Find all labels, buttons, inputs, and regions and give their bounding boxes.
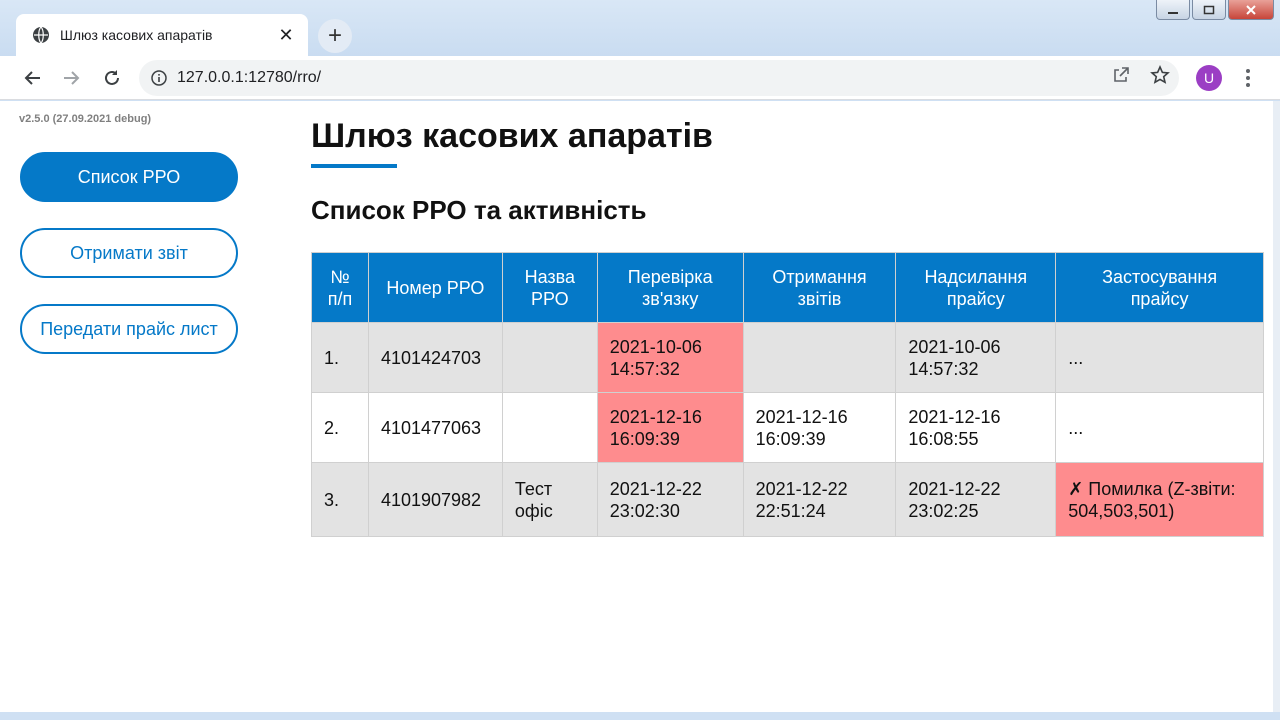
cell-price-applied: ... bbox=[1055, 392, 1264, 463]
address-bar[interactable]: 127.0.0.1:12780/rro/ bbox=[139, 60, 1179, 96]
tab-strip: Шлюз касових апаратів ✕ + bbox=[0, 0, 1280, 56]
minimize-icon[interactable] bbox=[1156, 0, 1190, 20]
page-title: Шлюз касових апаратів bbox=[311, 117, 713, 155]
table-row[interactable]: 3. 4101907982 Тест офіс 2021-12-22 23:02:3… bbox=[311, 462, 1264, 537]
url-text: 127.0.0.1:12780/rro/ bbox=[177, 69, 322, 86]
window-bottom-frame bbox=[0, 712, 1280, 720]
browser-window: Шлюз касових апаратів ✕ + 127.0.0.1:1278… bbox=[0, 0, 1280, 720]
window-controls bbox=[1156, 0, 1274, 20]
table-row[interactable]: 1. 4101424703 2021-10-06 14:57:32 2021-10… bbox=[311, 322, 1264, 393]
cell-connection-check: 2021-12-16 16:09:39 bbox=[596, 392, 744, 463]
page-viewport: v2.5.0 (27.09.2021 debug) Список РРО Отр… bbox=[0, 101, 1273, 712]
cell-rro-number: 4101477063 bbox=[367, 392, 503, 463]
cell-num: 1. bbox=[311, 322, 369, 393]
header-connection-check: Перевірка зв'язку bbox=[596, 252, 744, 323]
cell-price-sent: 2021-10-06 14:57:32 bbox=[895, 322, 1057, 393]
menu-icon[interactable] bbox=[1238, 65, 1258, 91]
sidebar-item-get-report[interactable]: Отримати звіт bbox=[20, 228, 238, 278]
sidebar-item-rro-list[interactable]: Список РРО bbox=[20, 152, 238, 202]
cell-price-applied: ✗ Помилка (Z-звіти: 504,503,501) bbox=[1055, 462, 1264, 537]
cell-reports-received: 2021-12-16 16:09:39 bbox=[742, 392, 897, 463]
profile-avatar[interactable]: U bbox=[1196, 65, 1222, 91]
globe-icon bbox=[33, 26, 49, 44]
rro-table: № п/п Номер РРО Назва РРО Перевірка зв'язку… bbox=[311, 252, 1264, 537]
header-rro-number: Номер РРО bbox=[367, 252, 503, 323]
browser-tab[interactable]: Шлюз касових апаратів ✕ bbox=[16, 14, 308, 56]
cell-rro-name bbox=[501, 392, 598, 463]
info-icon[interactable] bbox=[151, 70, 167, 86]
cell-rro-name bbox=[501, 322, 598, 393]
title-underline bbox=[311, 164, 397, 168]
version-label: v2.5.0 (27.09.2021 debug) bbox=[19, 113, 152, 125]
back-icon[interactable] bbox=[19, 64, 47, 92]
header-reports-received: Отримання звітів bbox=[742, 252, 897, 323]
cell-reports-received bbox=[742, 322, 897, 393]
header-price-sent: Надсилання прайсу bbox=[895, 252, 1057, 323]
cell-price-sent: 2021-12-16 16:08:55 bbox=[895, 392, 1057, 463]
cell-price-applied: ... bbox=[1055, 322, 1264, 393]
new-tab-button[interactable]: + bbox=[318, 19, 352, 53]
forward-icon[interactable] bbox=[57, 64, 85, 92]
reload-icon[interactable] bbox=[98, 64, 126, 92]
section-title: Список РРО та активність bbox=[311, 195, 647, 225]
table-header-row: № п/п Номер РРО Назва РРО Перевірка зв'язку… bbox=[311, 252, 1264, 323]
cell-price-sent: 2021-12-22 23:02:25 bbox=[895, 462, 1057, 537]
cell-rro-number: 4101424703 bbox=[367, 322, 503, 393]
tab-title: Шлюз касових апаратів bbox=[60, 27, 213, 43]
cell-num: 3. bbox=[311, 462, 369, 537]
window-close-icon[interactable] bbox=[1228, 0, 1274, 20]
star-icon[interactable] bbox=[1150, 65, 1170, 85]
cell-rro-number: 4101907982 bbox=[367, 462, 503, 537]
share-icon[interactable] bbox=[1111, 65, 1131, 85]
cell-rro-name: Тест офіс bbox=[501, 462, 598, 537]
page-scrollbar[interactable] bbox=[1273, 101, 1280, 712]
tab-close-icon[interactable]: ✕ bbox=[276, 25, 296, 45]
table-row[interactable]: 2. 4101477063 2021-12-16 16:09:39 2021-12… bbox=[311, 392, 1264, 463]
header-price-applied: Застосування прайсу bbox=[1055, 252, 1264, 323]
header-num: № п/п bbox=[311, 252, 369, 323]
cell-connection-check: 2021-10-06 14:57:32 bbox=[596, 322, 744, 393]
browser-toolbar: 127.0.0.1:12780/rro/ U bbox=[0, 56, 1280, 100]
maximize-icon[interactable] bbox=[1192, 0, 1226, 20]
cell-connection-check: 2021-12-22 23:02:30 bbox=[596, 462, 744, 537]
cell-num: 2. bbox=[311, 392, 369, 463]
sidebar-item-send-price-list[interactable]: Передати прайс лист bbox=[20, 304, 238, 354]
cell-reports-received: 2021-12-22 22:51:24 bbox=[742, 462, 897, 537]
header-rro-name: Назва РРО bbox=[501, 252, 598, 323]
